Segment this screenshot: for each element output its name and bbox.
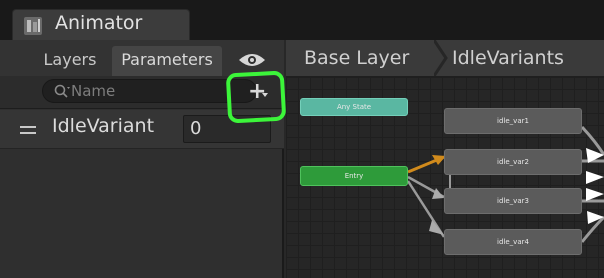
transition-arrowhead (429, 220, 444, 235)
arrowhead-icon (586, 171, 604, 184)
eye-icon[interactable] (236, 50, 268, 70)
tab-parameters[interactable]: Parameters (112, 46, 222, 76)
breadcrumb: Base Layer IdleVariants (286, 40, 604, 77)
state-node-idle-var3[interactable]: idle_var3 (444, 188, 582, 214)
state-node-idle-var4[interactable]: idle_var4 (444, 229, 582, 255)
parameter-name[interactable]: IdleVariant (52, 115, 154, 137)
panel-tab-bar: Layers Parameters (0, 40, 284, 77)
tab-layers[interactable]: Layers (30, 46, 110, 76)
search-field[interactable] (42, 79, 257, 103)
entry-node[interactable]: Entry (300, 166, 408, 186)
breadcrumb-idlevariants[interactable]: IdleVariants (452, 40, 564, 76)
highlight-annotation (225, 70, 287, 124)
state-machine-graph[interactable]: Any State Entry idle_var1 idle_var2 idle… (286, 77, 604, 278)
window-title: Animator (55, 12, 143, 34)
breadcrumb-base-layer[interactable]: Base Layer (304, 40, 409, 76)
state-node-idle-var2[interactable]: idle_var2 (444, 149, 582, 175)
state-node-idle-var1[interactable]: idle_var1 (444, 108, 582, 134)
transition-arrowhead (432, 188, 444, 199)
search-icon (54, 84, 70, 98)
breadcrumb-separator-icon (434, 40, 448, 76)
drag-handle-icon[interactable] (20, 126, 36, 134)
animator-icon (24, 17, 42, 35)
window-tab-row: Animator (0, 0, 604, 42)
search-input[interactable] (71, 81, 241, 101)
animator-window: Animator Layers Parameters + (0, 0, 604, 278)
any-state-node[interactable]: Any State (300, 98, 408, 116)
arrowhead-icon (586, 188, 604, 201)
arrowhead-icon (587, 211, 604, 224)
